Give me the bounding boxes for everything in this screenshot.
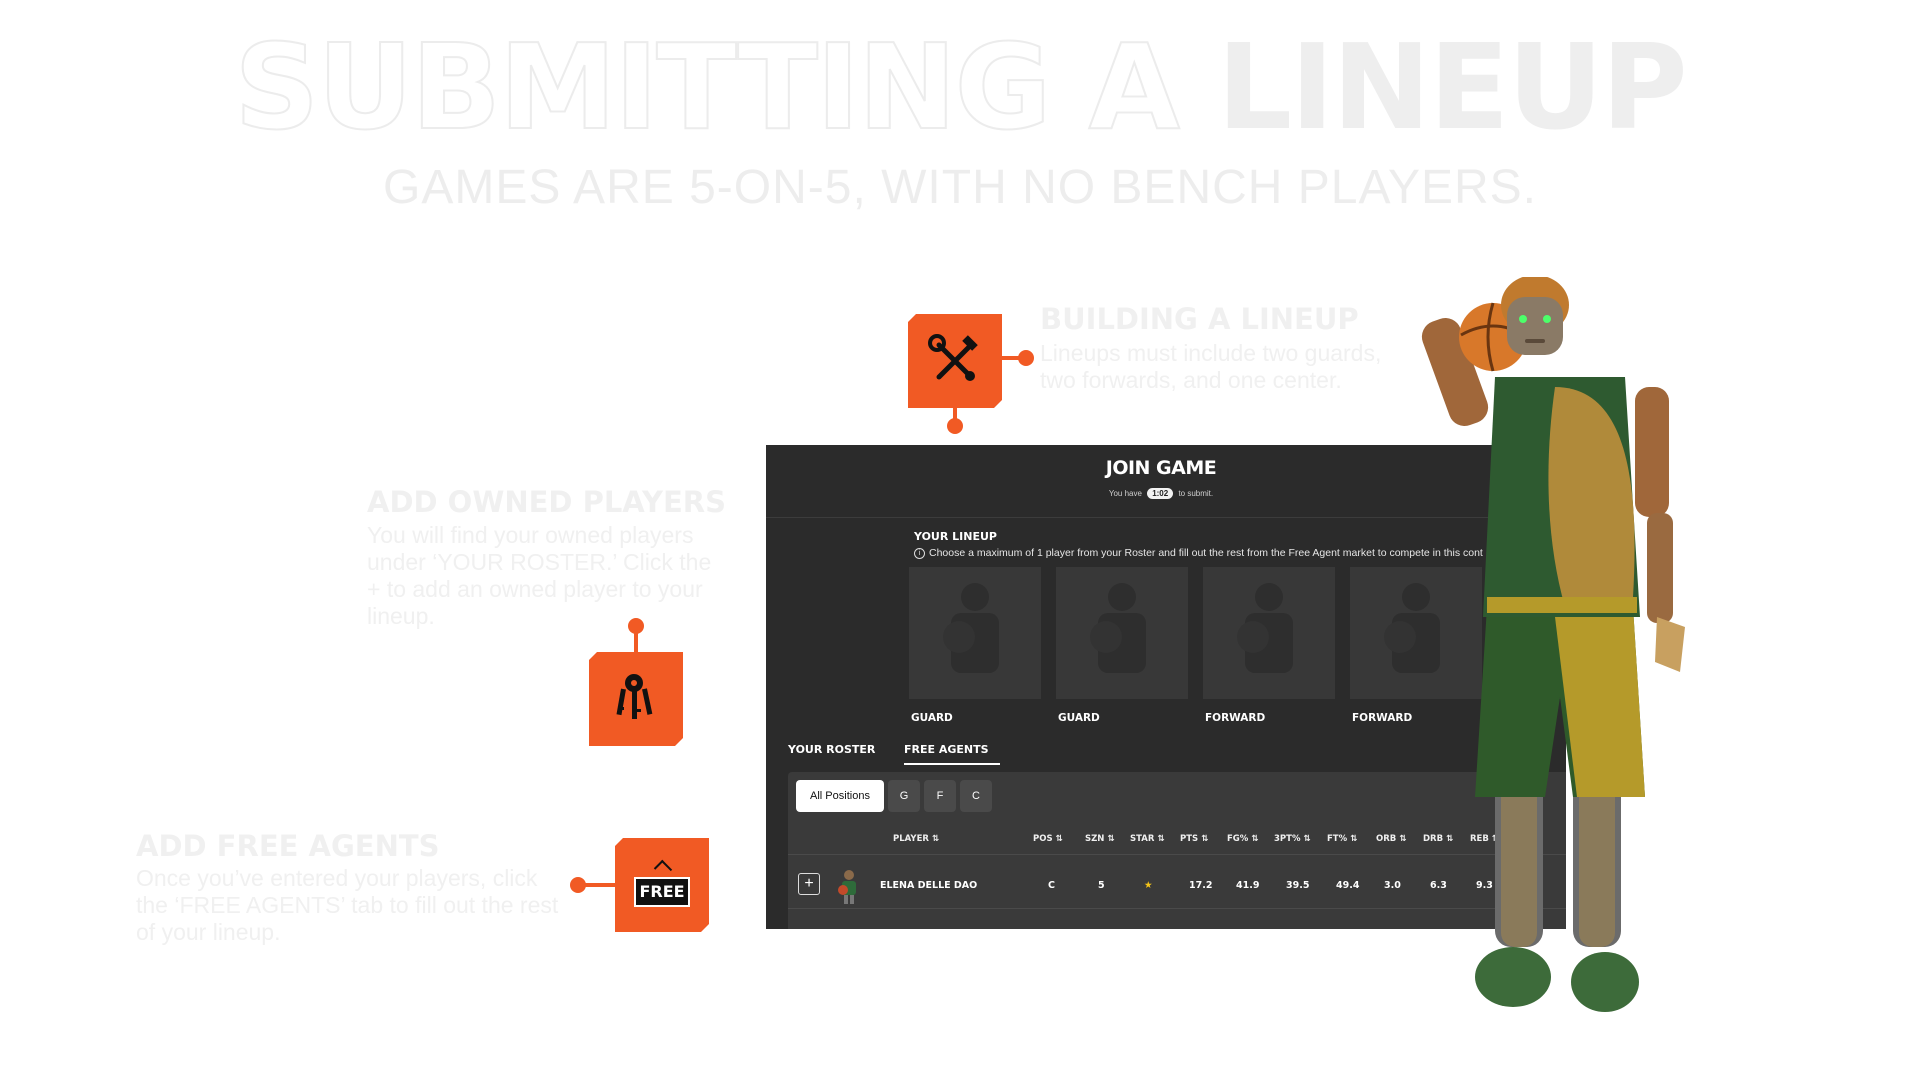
building-badge xyxy=(908,314,1002,408)
lineup-slot-guard-1[interactable] xyxy=(909,567,1041,699)
free-title: ADD FREE AGENTS xyxy=(136,829,440,863)
player-szn: 5 xyxy=(1098,880,1105,891)
player-name[interactable]: ELENA DELLE DAO xyxy=(880,880,977,891)
filter-guard[interactable]: G xyxy=(888,780,920,812)
title-solid-text: LINEUP xyxy=(1217,18,1688,156)
lineup-heading: YOUR LINEUP xyxy=(914,530,997,543)
title-outline-text: SUBMITTING A xyxy=(233,18,1181,156)
lineup-slot-forward-1[interactable] xyxy=(1203,567,1335,699)
owned-connector xyxy=(634,630,638,654)
join-game-title: JOIN GAME xyxy=(1105,457,1217,479)
lineup-slot-guard-2[interactable] xyxy=(1056,567,1188,699)
owned-body: You will find your owned players under ‘… xyxy=(367,522,712,629)
slot-label-guard-1: GUARD xyxy=(911,712,953,724)
star-icon: ★ xyxy=(1144,880,1153,891)
player-pts: 17.2 xyxy=(1189,880,1213,891)
building-body: Lineups must include two guards, two for… xyxy=(1040,340,1382,393)
col-szn[interactable]: SZN ⇅ xyxy=(1085,834,1114,844)
tools-icon xyxy=(925,331,985,391)
timer-prefix: You have xyxy=(1108,489,1142,498)
filter-center[interactable]: C xyxy=(960,780,992,812)
col-3pt[interactable]: 3PT% ⇅ xyxy=(1274,834,1311,844)
player-silhouette-icon xyxy=(943,583,999,673)
owned-badge xyxy=(589,652,683,746)
page-title: SUBMITTING A LINEUP xyxy=(0,27,1920,147)
player-silhouette-icon xyxy=(1237,583,1293,673)
add-player-button[interactable]: + xyxy=(798,873,820,895)
timer-badge: 1:02 xyxy=(1147,488,1174,499)
free-body: Once you’ve entered your players, click … xyxy=(136,865,559,945)
free-sign-label: FREE xyxy=(634,877,690,907)
col-pts[interactable]: PTS ⇅ xyxy=(1180,834,1208,844)
col-pos[interactable]: POS ⇅ xyxy=(1033,834,1063,844)
player-pos: C xyxy=(1048,880,1055,891)
slot-label-forward-1: FORWARD xyxy=(1205,712,1266,724)
free-badge: FREE xyxy=(615,838,709,932)
robot-player-illustration xyxy=(1421,277,1685,1012)
player-fg: 41.9 xyxy=(1236,880,1260,891)
building-title: BUILDING A LINEUP xyxy=(1040,302,1359,336)
player-silhouette-icon xyxy=(1090,583,1146,673)
filter-all-positions[interactable]: All Positions xyxy=(796,780,884,812)
col-fg[interactable]: FG% ⇅ xyxy=(1227,834,1258,844)
tab-free-agents[interactable]: FREE AGENTS xyxy=(904,743,989,756)
info-icon: i xyxy=(914,547,925,559)
col-player[interactable]: PLAYER ⇅ xyxy=(893,834,939,844)
timer-line: You have 1:02 to submit. xyxy=(996,488,1326,499)
building-connector-dot xyxy=(1018,350,1034,366)
col-star[interactable]: STAR ⇅ xyxy=(1130,834,1164,844)
col-ft[interactable]: FT% ⇅ xyxy=(1327,834,1357,844)
player-ft: 49.4 xyxy=(1336,880,1360,891)
building-connector-dot-down xyxy=(947,418,963,434)
keys-icon xyxy=(606,669,666,729)
tab-your-roster[interactable]: YOUR ROSTER xyxy=(788,743,875,756)
free-sign-icon: FREE xyxy=(634,863,690,907)
avatar xyxy=(838,870,856,904)
page-subtitle: GAMES ARE 5-ON-5, WITH NO BENCH PLAYERS. xyxy=(383,161,1537,214)
player-3pt: 39.5 xyxy=(1286,880,1310,891)
owned-title: ADD OWNED PLAYERS xyxy=(367,485,727,519)
active-tab-indicator xyxy=(904,763,1000,765)
slot-label-guard-2: GUARD xyxy=(1058,712,1100,724)
filter-forward[interactable]: F xyxy=(924,780,956,812)
timer-suffix: to submit. xyxy=(1178,489,1214,498)
free-connector xyxy=(582,883,618,887)
